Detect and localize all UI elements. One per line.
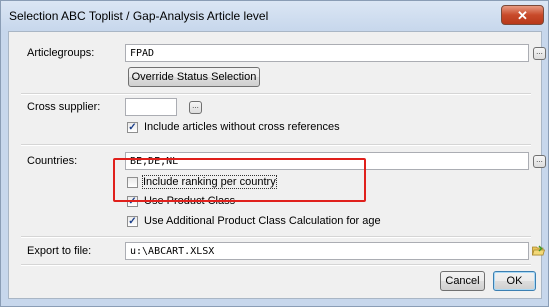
ellipsis-icon: ... <box>536 155 543 164</box>
ellipsis-icon: ... <box>192 101 199 110</box>
separator <box>21 236 531 238</box>
export-file-input[interactable]: u:\ABCART.XLSX <box>125 242 529 260</box>
ok-button[interactable]: OK <box>493 271 536 291</box>
close-icon: ✕ <box>517 8 528 23</box>
dialog-window: Selection ABC Toplist / Gap-Analysis Art… <box>0 0 549 307</box>
separator <box>21 144 531 146</box>
cross-supplier-label: Cross supplier: <box>27 101 101 113</box>
use-additional-checkbox[interactable]: ✓ <box>127 216 138 227</box>
ellipsis-icon: ... <box>536 47 543 56</box>
override-status-selection-button[interactable]: Override Status Selection <box>128 67 260 87</box>
checkmark-icon: ✓ <box>128 216 137 227</box>
cross-supplier-input[interactable] <box>125 98 177 116</box>
countries-browse-button[interactable]: ... <box>533 155 546 168</box>
close-button[interactable]: ✕ <box>501 5 544 25</box>
open-folder-icon[interactable] <box>532 245 545 256</box>
include-without-refs-checkbox[interactable]: ✓ <box>127 122 138 133</box>
articlegroups-browse-button[interactable]: ... <box>533 47 546 60</box>
cross-supplier-browse-button[interactable]: ... <box>189 101 202 114</box>
articlegroups-input[interactable]: FPAD <box>125 44 529 62</box>
dialog-body: Articlegroups: FPAD ... Override Status … <box>8 31 546 299</box>
checkmark-icon: ✓ <box>128 122 137 133</box>
export-label: Export to file: <box>27 245 92 257</box>
include-without-refs-label: Include articles without cross reference… <box>144 121 340 133</box>
separator <box>21 93 531 95</box>
articlegroups-label: Articlegroups: <box>27 47 95 59</box>
cancel-button[interactable]: Cancel <box>440 271 485 291</box>
use-additional-label: Use Additional Product Class Calculation… <box>144 215 381 227</box>
countries-label: Countries: <box>27 155 78 167</box>
window-title: Selection ABC Toplist / Gap-Analysis Art… <box>9 9 269 23</box>
title-bar[interactable]: Selection ABC Toplist / Gap-Analysis Art… <box>1 1 548 31</box>
separator <box>21 264 531 266</box>
red-highlight-box <box>113 158 366 202</box>
